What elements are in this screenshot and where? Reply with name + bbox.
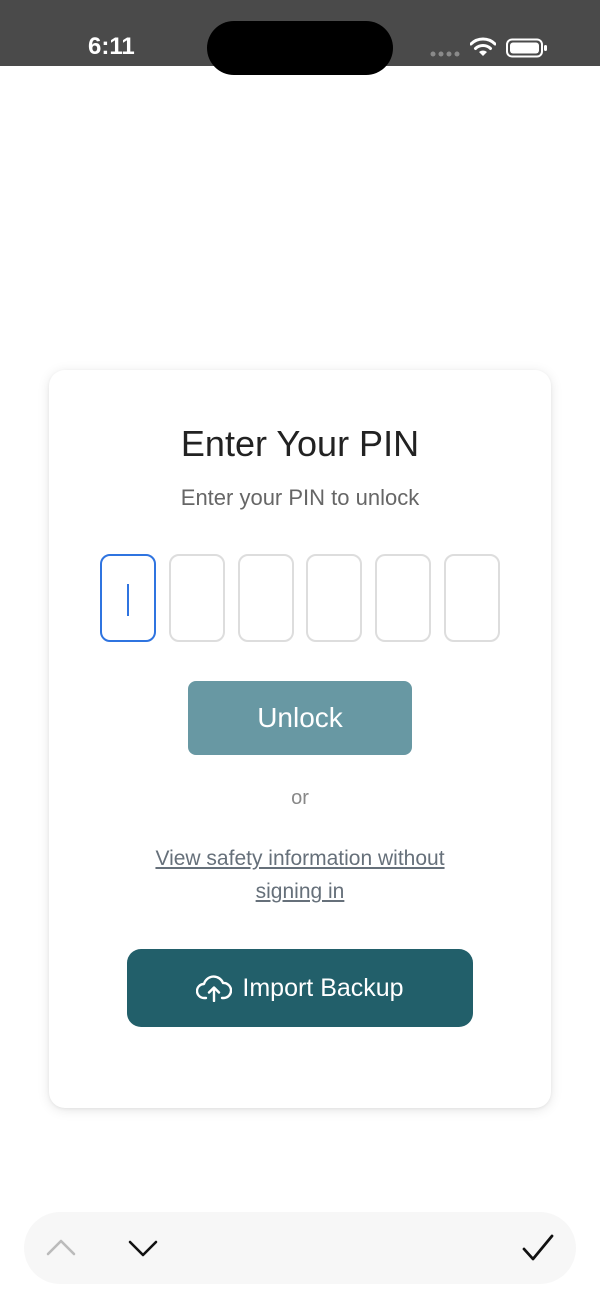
pin-digit-3[interactable] (238, 554, 294, 642)
chevron-down-icon[interactable] (128, 1240, 158, 1258)
pin-digit-5[interactable] (375, 554, 431, 642)
checkmark-icon[interactable] (522, 1234, 554, 1262)
chevron-up-icon[interactable] (46, 1238, 76, 1256)
pin-card: Enter Your PIN Enter your PIN to unlock … (49, 370, 551, 1108)
import-backup-button[interactable]: Import Backup (127, 949, 473, 1027)
unlock-button[interactable]: Unlock (188, 681, 412, 755)
pin-digit-4[interactable] (306, 554, 362, 642)
view-safety-info-link[interactable]: View safety information without signing … (120, 842, 480, 908)
cloud-upload-icon (196, 975, 233, 1002)
wifi-icon (470, 37, 496, 56)
pin-input-group (100, 554, 500, 642)
pin-digit-1[interactable] (100, 554, 156, 642)
keyboard-accessory-toolbar (24, 1212, 576, 1284)
pin-digit-6[interactable] (444, 554, 500, 642)
status-time: 6:11 (88, 33, 135, 60)
page-title: Enter Your PIN (180, 423, 420, 464)
dynamic-island (207, 21, 393, 75)
page-subtitle: Enter your PIN to unlock (180, 485, 420, 510)
import-backup-label: Import Backup (242, 973, 404, 1002)
text-cursor (127, 584, 129, 616)
or-divider-text: or (291, 787, 309, 809)
status-bar: 6:11 (0, 0, 600, 75)
battery-icon (506, 38, 547, 58)
cellular-signal-icon (430, 51, 460, 57)
pin-digit-2[interactable] (169, 554, 225, 642)
